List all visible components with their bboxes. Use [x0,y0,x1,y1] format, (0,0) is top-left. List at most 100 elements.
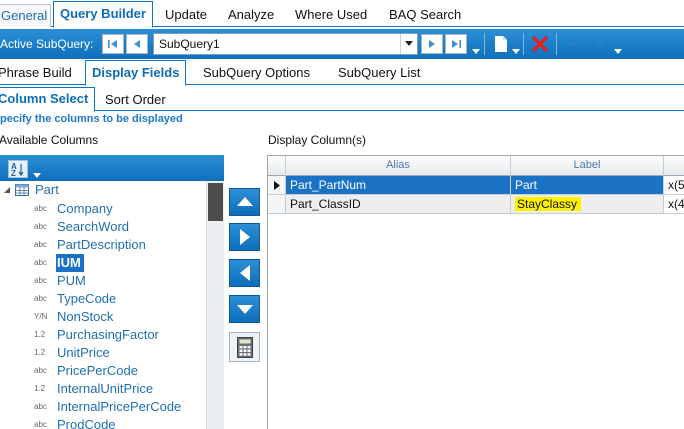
display-columns-grid: Alias Label Part_PartNum Part x(5 Part_C… [267,155,684,429]
tab-sort-order[interactable]: Sort Order [105,90,166,111]
label-highlight: StayClassy [515,197,582,211]
remove-column-button[interactable] [229,259,260,287]
tree-field-item[interactable]: abc TypeCode [0,290,206,308]
top-tab-strip: General Query Builder Update Analyze Whe… [0,0,684,28]
field-name-label[interactable]: Company [57,200,115,218]
field-name-label[interactable]: PricePerCode [57,362,140,380]
tree-field-item[interactable]: abc IUM [0,254,206,272]
row-selector[interactable] [268,176,286,195]
tree-field-item[interactable]: 1.2 InternalUnitPrice [0,380,206,398]
label-column-header[interactable]: Label [511,156,664,176]
move-down-icon[interactable] [590,34,610,54]
sort-menu-chevron-icon[interactable] [33,173,41,178]
field-name-label[interactable]: InternalUnitPrice [57,380,155,398]
arrow-left-icon [240,265,250,281]
subquery-select[interactable]: SubQuery1 [153,33,418,55]
field-type-icon: abc [34,276,47,285]
grid-header: Alias Label [268,156,684,176]
chevron-down-icon[interactable] [400,34,417,54]
tree-field-item[interactable]: abc InternalPricePerCode [0,398,206,416]
field-name-label[interactable]: TypeCode [57,290,118,308]
current-row-indicator-icon [274,181,280,190]
row-selector-header [268,156,286,176]
alias-column-header[interactable]: Alias [286,156,511,176]
arrow-up-icon [237,197,253,206]
format-cell[interactable]: x(5 [664,176,684,195]
tree-field-item[interactable]: 1.2 PurchasingFactor [0,326,206,344]
delete-icon[interactable] [530,34,550,54]
new-menu-chevron-icon[interactable] [512,49,520,54]
previous-subquery-button[interactable] [126,34,148,54]
alias-cell[interactable]: Part_ClassID [286,195,511,214]
overflow-chevron-icon[interactable] [614,49,622,54]
tab-update[interactable]: Update [165,4,207,27]
display-columns-label: Display Column(s) [268,133,367,147]
new-document-icon[interactable] [491,34,511,54]
move-up-icon[interactable] [563,34,583,54]
tree-field-item[interactable]: abc SearchWord [0,218,206,236]
scrollbar-thumb[interactable] [208,183,223,221]
tab-subquery-options[interactable]: SubQuery Options [203,63,310,85]
tab-display-fields[interactable]: Display Fields [85,60,187,86]
active-subquery-label: Active SubQuery: [0,37,94,51]
field-name-label[interactable]: PUM [57,272,88,290]
field-type-icon: abc [34,258,47,267]
tab-baq-search[interactable]: BAQ Search [389,4,461,27]
calculator-icon [237,337,253,358]
tab-phrase-build[interactable]: Phrase Build [0,63,72,85]
tab-analyze[interactable]: Analyze [228,4,274,27]
field-name-label[interactable]: InternalPricePerCode [57,398,183,416]
tree-field-item[interactable]: abc PartDescription [0,236,206,254]
table-row[interactable]: Part_PartNum Part x(5 [268,176,684,195]
field-name-label[interactable]: ProdCode [57,416,118,429]
display-fields-tab-strip: Column Select Sort Order [0,86,684,112]
field-name-label[interactable]: PurchasingFactor [57,326,161,344]
table-row[interactable]: Part_ClassID StayClassy x(4 [268,195,684,214]
tab-query-builder[interactable]: Query Builder [53,1,153,28]
row-selector[interactable] [268,195,286,214]
add-column-button[interactable] [229,223,260,251]
field-type-icon: abc [34,222,47,231]
tree-field-item[interactable]: Y/N NonStock [0,308,206,326]
tab-subquery-list[interactable]: SubQuery List [338,63,420,85]
move-to-top-button[interactable] [229,188,260,216]
field-type-icon: abc [34,240,47,249]
tree-field-item[interactable]: abc Company [0,200,206,218]
arrow-right-icon [240,229,250,245]
instruction-text: pecify the columns to be displayed [0,113,183,125]
tab-general[interactable]: General [0,4,52,27]
field-name-label[interactable]: PartDescription [57,236,148,254]
format-column-header[interactable] [664,156,684,176]
format-cell[interactable]: x(4 [664,195,684,214]
tree-field-item[interactable]: abc PUM [0,272,206,290]
field-name-label[interactable]: IUM [56,254,84,272]
alias-cell[interactable]: Part_PartNum [286,176,511,195]
tab-column-select[interactable]: Column Select [0,87,96,112]
tree-scrollbar[interactable] [206,181,224,429]
field-type-icon: abc [34,294,47,303]
field-type-icon: abc [34,420,47,429]
table-icon [15,184,29,196]
available-columns-label: Available Columns [0,133,99,147]
tree-field-item[interactable]: abc ProdCode [0,416,206,429]
field-name-label[interactable]: NonStock [57,308,115,326]
tab-where-used[interactable]: Where Used [295,4,367,27]
calculated-field-button[interactable] [229,332,260,362]
subquery-select-value: SubQuery1 [159,37,220,51]
tree-field-item[interactable]: 1.2 UnitPrice [0,344,206,362]
label-cell[interactable]: StayClassy [511,195,664,214]
next-subquery-button[interactable] [421,34,443,54]
label-cell[interactable]: Part [511,176,664,195]
field-name-label[interactable]: SearchWord [57,218,131,236]
move-to-bottom-button[interactable] [229,295,260,323]
collapse-icon[interactable] [3,186,11,194]
field-name-label[interactable]: UnitPrice [57,344,112,362]
sort-az-icon[interactable]: AZ [8,160,28,178]
first-subquery-button[interactable] [102,34,124,54]
first-icon [108,40,117,48]
overflow-chevron-icon[interactable] [472,49,480,54]
active-subquery-toolbar: Active SubQuery: SubQuery1 [0,29,684,59]
tree-field-item[interactable]: abc PricePerCode [0,362,206,380]
available-columns-toolbar: AZ [0,155,224,181]
last-subquery-button[interactable] [445,34,467,54]
